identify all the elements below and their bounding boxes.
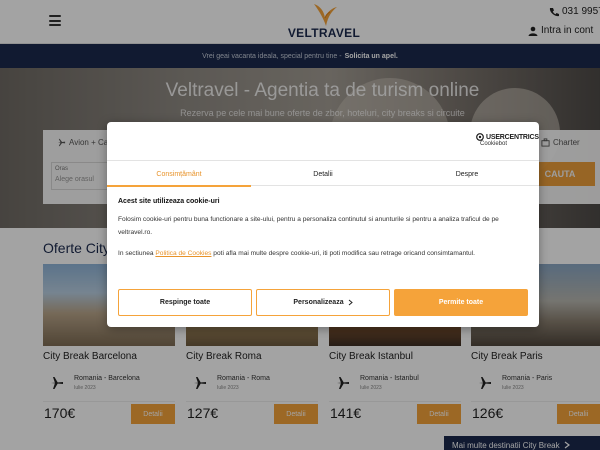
cookie-policy-link[interactable]: Politica de Cookies xyxy=(155,250,211,257)
tab-consent[interactable]: Consimțământ xyxy=(107,161,251,187)
active-tab-indicator xyxy=(107,185,251,187)
reject-all-button[interactable]: Respinge toate xyxy=(118,289,252,316)
cookiebot-label: Cookiebot xyxy=(480,141,508,147)
chevron-right-icon xyxy=(348,299,353,306)
cookie-policy-text-end: poti afla mai multe despre cookie-uri, i… xyxy=(211,250,475,257)
tab-details[interactable]: Detalii xyxy=(251,161,395,187)
usercentrics-icon xyxy=(476,133,484,141)
usercentrics-logo[interactable]: USERCENTRICS Cookiebot xyxy=(476,133,539,147)
tab-about[interactable]: Despre xyxy=(395,161,539,187)
cookie-description: Folosim cookie-uri pentru buna functiona… xyxy=(118,216,499,236)
cookie-policy-text-start: In sectiunea xyxy=(118,250,156,257)
cookie-tabs: Consimțământ Detalii Despre xyxy=(107,160,539,187)
customize-button[interactable]: Personalizeaza xyxy=(256,289,390,316)
cookie-policy-text: In sectiunea Politica de Cookies poti af… xyxy=(118,247,530,260)
usercentrics-brand: USERCENTRICS xyxy=(486,133,539,141)
allow-all-button[interactable]: Permite toate xyxy=(394,289,528,316)
customize-button-label: Personalizeaza xyxy=(293,299,344,306)
cookie-heading: Acest site utilizeaza cookie-uri xyxy=(118,198,220,205)
cookie-consent-dialog: USERCENTRICS Cookiebot Consimțământ Deta… xyxy=(107,122,539,327)
